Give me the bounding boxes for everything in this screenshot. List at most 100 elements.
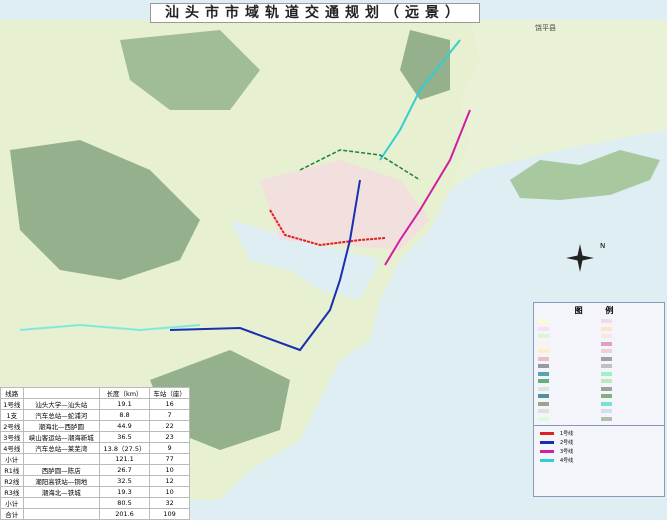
table-row: 3号线 峡山客运站—潮海新城 36.5 23 — [0, 431, 190, 443]
table-cell: 36.5 — [98, 431, 151, 443]
legend: 图 例 1号线 2号线 3号线 4号线 — [533, 302, 665, 497]
legend-swatch — [538, 348, 597, 355]
table-cell: 26.7 — [98, 464, 151, 476]
table-header: 车站（座） — [149, 387, 190, 399]
legend-swatch — [601, 416, 660, 423]
legend-swatch — [538, 416, 597, 423]
table-row: R2线 潮阳高铁站—铜地 32.5 12 — [0, 475, 190, 487]
table-cell: 109 — [149, 508, 190, 520]
table-cell: 44.9 — [98, 420, 151, 432]
legend-swatch — [601, 371, 660, 378]
place-label: 饶平县 — [535, 23, 556, 32]
table-cell: 4号线 — [0, 442, 24, 454]
compass-label: N — [600, 242, 605, 250]
legend-line-label: 2号线 — [560, 440, 574, 446]
table-cell: 潮阳高铁站—铜地 — [22, 475, 100, 487]
table-row: 1支 汽车总站—蛇浦河 8.8 7 — [0, 409, 190, 421]
legend-swatch — [601, 401, 660, 408]
table-cell: 1支 — [0, 409, 24, 421]
table-cell: 13.8（27.5） — [98, 442, 151, 454]
legend-swatch — [601, 348, 660, 355]
legend-swatch — [538, 378, 597, 385]
table-cell: 汽车总站—莱芜湾 — [22, 442, 100, 454]
table-cell: 2号线 — [0, 420, 24, 432]
legend-swatch — [601, 326, 660, 333]
table-cell: 19.3 — [98, 486, 151, 498]
legend-line-label: 1号线 — [560, 431, 574, 437]
legend-swatch — [538, 356, 597, 363]
legend-swatch — [538, 326, 597, 333]
table-cell: 22 — [149, 420, 190, 432]
legend-swatch — [538, 393, 597, 400]
line-table: 线路 长度（km） 车站（座） 1号线 汕头大学—汕头站 19.1 16 1支 汽车总站—蛇浦… — [0, 387, 190, 520]
table-cell: 16 — [149, 398, 190, 410]
table-cell: 12 — [149, 475, 190, 487]
table-cell: 汽车总站—蛇浦河 — [22, 409, 100, 421]
table-cell: 3号线 — [0, 431, 24, 443]
table-cell: 10 — [149, 464, 190, 476]
legend-swatch — [601, 378, 660, 385]
table-cell — [22, 497, 100, 509]
legend-title: 图 例 — [574, 306, 624, 315]
table-header: 线路 — [0, 387, 24, 399]
table-cell: R2线 — [0, 475, 24, 487]
legend-swatch — [601, 333, 660, 340]
legend-swatch — [538, 401, 597, 408]
table-cell: 9 — [149, 442, 190, 454]
table-cell: 汕头大学—汕头站 — [22, 398, 100, 410]
table-cell: 潮海北—铁城 — [22, 486, 100, 498]
legend-line-item: 4号线 — [534, 456, 664, 465]
line-swatch — [540, 432, 554, 435]
table-row: R3线 潮海北—铁城 19.3 10 — [0, 486, 190, 498]
table-cell: 峡山客运站—潮海新城 — [22, 431, 100, 443]
table-cell: 潮海北—西胪圆 — [22, 420, 100, 432]
line-swatch — [540, 441, 554, 444]
table-row: 1号线 汕头大学—汕头站 19.1 16 — [0, 398, 190, 410]
table-cell — [22, 453, 100, 465]
legend-swatch — [538, 341, 597, 348]
table-cell: 7 — [149, 409, 190, 421]
table-cell: R3线 — [0, 486, 24, 498]
table-cell: 小计 — [0, 453, 24, 465]
table-cell: 8.8 — [98, 409, 151, 421]
table-row: 小计 121.1 77 — [0, 453, 190, 465]
line-swatch — [540, 459, 554, 462]
legend-swatch — [601, 356, 660, 363]
table-cell: 19.1 — [98, 398, 151, 410]
legend-line-label: 3号线 — [560, 449, 574, 455]
table-cell: 1号线 — [0, 398, 24, 410]
legend-swatch — [538, 333, 597, 340]
table-cell: 西胪圆—陈店 — [22, 464, 100, 476]
table-header — [22, 387, 100, 399]
legend-swatch — [601, 386, 660, 393]
table-cell: 23 — [149, 431, 190, 443]
table-row: R1线 西胪圆—陈店 26.7 10 — [0, 464, 190, 476]
legend-swatch — [538, 408, 597, 415]
table-cell: 80.5 — [98, 497, 151, 509]
legend-line-label: 4号线 — [560, 458, 574, 464]
table-cell — [22, 508, 100, 520]
table-cell: 121.1 — [98, 453, 151, 465]
table-cell: R1线 — [0, 464, 24, 476]
page-title: 汕头市市域轨道交通规划（远景） — [150, 3, 480, 23]
table-cell: 10 — [149, 486, 190, 498]
legend-swatch — [601, 363, 660, 370]
table-row: 4号线 汽车总站—莱芜湾 13.8（27.5） 9 — [0, 442, 190, 454]
legend-swatch — [601, 318, 660, 325]
legend-swatch — [538, 363, 597, 370]
legend-line-item: 3号线 — [534, 447, 664, 456]
table-cell: 77 — [149, 453, 190, 465]
legend-swatch — [538, 386, 597, 393]
legend-swatch — [601, 341, 660, 348]
legend-swatch — [601, 393, 660, 400]
legend-line-item: 1号线 — [534, 429, 664, 438]
table-row: 小计 80.5 32 — [0, 497, 190, 509]
table-cell: 32 — [149, 497, 190, 509]
legend-swatch — [538, 318, 597, 325]
legend-line-item: 2号线 — [534, 438, 664, 447]
table-row: 2号线 潮海北—西胪圆 44.9 22 — [0, 420, 190, 432]
table-cell: 合计 — [0, 508, 24, 520]
line-swatch — [540, 450, 554, 453]
legend-swatch — [538, 371, 597, 378]
table-cell: 201.6 — [98, 508, 151, 520]
